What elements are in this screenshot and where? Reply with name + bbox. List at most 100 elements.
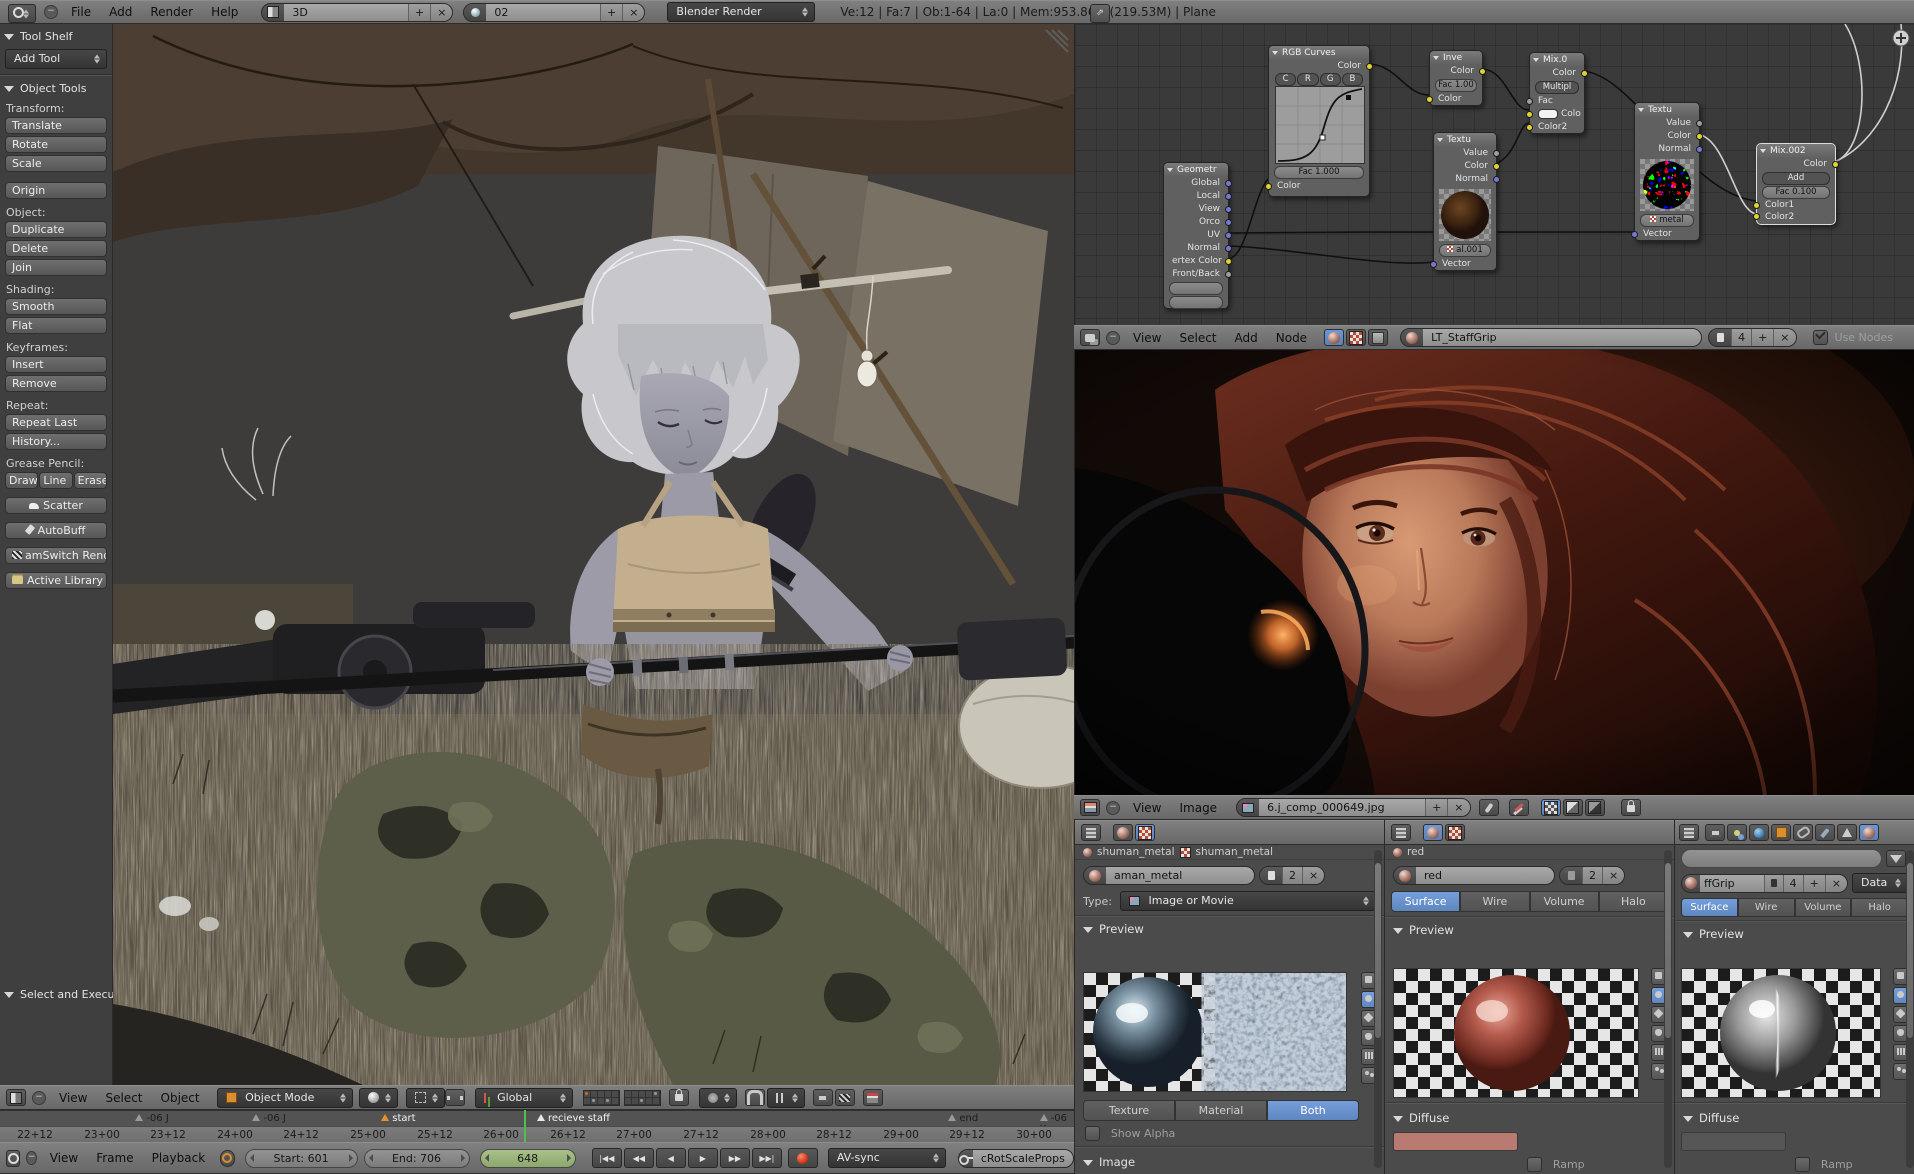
duplicate-button[interactable]: Duplicate xyxy=(5,221,107,238)
render-engine-select[interactable]: Blender Render xyxy=(667,2,815,22)
editor-type-properties-icon[interactable] xyxy=(1391,824,1411,841)
socket-vector[interactable] xyxy=(1493,176,1500,183)
object-data-tab-icon[interactable] xyxy=(1837,824,1857,841)
select-menu[interactable]: Select xyxy=(1170,331,1225,345)
socket-vector[interactable] xyxy=(1225,206,1232,213)
scene-tab-icon[interactable] xyxy=(1727,824,1747,841)
texture-datablock-group[interactable]: aman_metal xyxy=(1083,866,1255,885)
screen-delete-button[interactable]: × xyxy=(430,4,452,21)
editor-type-properties-icon[interactable] xyxy=(1679,824,1699,841)
node-title[interactable]: Mix.002 xyxy=(1757,144,1835,158)
pin-icon[interactable] xyxy=(1479,799,1499,816)
diffuse-color-swatch[interactable] xyxy=(1393,1132,1518,1151)
join-button[interactable]: Join xyxy=(5,259,107,276)
origin-button[interactable]: Origin xyxy=(5,182,107,199)
scene-add-button[interactable]: + xyxy=(600,4,622,21)
marker[interactable]: -06 J xyxy=(135,1113,168,1124)
select-menu[interactable]: Select xyxy=(96,1091,151,1105)
image-datablock-group[interactable]: 6.j_comp_000649.jpg + × xyxy=(1236,798,1470,817)
socket-vector[interactable] xyxy=(1225,232,1232,239)
add-material-button[interactable]: + xyxy=(1751,329,1773,346)
pivot-dropdown[interactable] xyxy=(406,1088,445,1108)
texture-datablock[interactable]: metal xyxy=(1640,214,1694,227)
jump-to-start-button[interactable]: |◀◀ xyxy=(592,1148,622,1168)
layers-grid-2[interactable] xyxy=(624,1090,661,1106)
jump-to-end-button[interactable]: ▶▶| xyxy=(752,1148,782,1168)
mode-dropdown[interactable]: Object Mode xyxy=(217,1088,353,1108)
socket-value[interactable] xyxy=(1526,98,1533,105)
editor-type-node-icon[interactable] xyxy=(1080,329,1100,346)
marker[interactable]: -06 K xyxy=(1040,1113,1074,1127)
channel-c-button[interactable]: C xyxy=(1275,73,1296,86)
socket-color[interactable] xyxy=(1225,258,1232,265)
socket-color[interactable] xyxy=(1753,213,1760,220)
marker[interactable]: -06 J xyxy=(252,1113,285,1124)
paint-mode-icon[interactable] xyxy=(1509,799,1529,816)
material-users-group[interactable]: 2 × xyxy=(1559,866,1625,885)
preview-panel-header[interactable]: Preview xyxy=(1675,922,1914,944)
color-swatch[interactable] xyxy=(1538,109,1558,119)
users-group[interactable]: 4 + × xyxy=(1708,328,1796,347)
screen-layout-name[interactable]: 3D xyxy=(284,4,408,21)
scale-button[interactable]: Scale xyxy=(5,155,107,172)
view-menu[interactable]: View xyxy=(1124,801,1170,815)
sequencer-strip-icon[interactable] xyxy=(863,1089,883,1106)
unlink-material-button[interactable]: × xyxy=(1773,329,1795,346)
node-title[interactable]: Inve xyxy=(1430,51,1482,65)
material-tab-icon[interactable] xyxy=(1113,824,1133,841)
scrollbar[interactable] xyxy=(1906,850,1914,1168)
socket-color[interactable] xyxy=(1265,183,1272,190)
material-name-field[interactable]: LT_StaffGrip xyxy=(1423,329,1701,346)
fake-user-icon[interactable] xyxy=(1764,875,1783,892)
menu-help[interactable]: Help xyxy=(202,5,247,19)
view-menu[interactable]: View xyxy=(50,1091,96,1105)
volume-tab[interactable]: Volume xyxy=(1795,898,1852,917)
preview-panel-header[interactable]: Preview xyxy=(1075,917,1384,939)
av-sync-dropdown[interactable]: AV-sync xyxy=(828,1148,946,1168)
link-data-dropdown[interactable]: Data xyxy=(1852,873,1908,893)
autobuff-button[interactable]: AutoBuff xyxy=(5,522,107,539)
node-invert[interactable]: Inve Color Fac 1.00 Color xyxy=(1429,50,1483,106)
world-tab-icon[interactable] xyxy=(1749,824,1769,841)
material-tab-icon[interactable] xyxy=(1423,824,1443,841)
user-count[interactable]: 4 xyxy=(1731,329,1751,346)
view-menu[interactable]: View xyxy=(1124,331,1170,345)
lock-to-scene-icon[interactable] xyxy=(669,1089,689,1106)
socket-vector[interactable] xyxy=(1225,219,1232,226)
prev-keyframe-button[interactable]: ◀◀ xyxy=(624,1148,654,1168)
socket-color[interactable] xyxy=(1832,161,1839,168)
draw-channels-color-alpha-icon[interactable] xyxy=(1541,799,1561,816)
material-name-field[interactable]: ffGrip xyxy=(1700,875,1764,892)
render-animation-icon[interactable] xyxy=(835,1089,855,1106)
socket-color[interactable] xyxy=(1493,163,1500,170)
ramp-checkbox[interactable] xyxy=(1795,1157,1810,1172)
material-slot-field[interactable] xyxy=(1681,849,1882,868)
socket-color[interactable] xyxy=(1366,63,1373,70)
material-datablock-group[interactable]: ffGrip 4 + × xyxy=(1681,874,1848,893)
collapse-icon[interactable]: − xyxy=(44,5,58,19)
gp-line-button[interactable]: Line xyxy=(39,472,72,489)
collapse-icon[interactable]: − xyxy=(1106,331,1120,345)
socket-value[interactable] xyxy=(1493,150,1500,157)
preview-material-tab[interactable]: Material xyxy=(1175,1100,1267,1121)
texture-users-group[interactable]: 2 × xyxy=(1259,866,1325,885)
snap-element-dropdown[interactable] xyxy=(767,1088,805,1108)
socket-color[interactable] xyxy=(1479,68,1486,75)
smooth-button[interactable]: Smooth xyxy=(5,298,107,315)
translate-button[interactable]: Translate xyxy=(5,117,107,134)
diffuse-panel-header[interactable]: Diffuse xyxy=(1675,1106,1747,1128)
modifiers-tab-icon[interactable] xyxy=(1815,824,1835,841)
object-tools-panel-header[interactable]: Object Tools xyxy=(4,82,108,95)
unlink-image-button[interactable]: × xyxy=(1447,799,1469,816)
surface-tab[interactable]: Surface xyxy=(1681,898,1738,917)
node-mix002[interactable]: Mix.002 Color Add Fac 0.100 Color1 Color… xyxy=(1756,143,1836,225)
socket-color[interactable] xyxy=(1696,133,1703,140)
socket-value[interactable] xyxy=(1225,271,1232,278)
active-library-button[interactable]: Active Library xyxy=(5,572,107,589)
use-nodes-checkbox[interactable] xyxy=(1813,330,1828,345)
draw-channels-color-icon[interactable] xyxy=(1563,799,1583,816)
flat-button[interactable]: Flat xyxy=(5,317,107,334)
socket-vector[interactable] xyxy=(1631,231,1638,238)
node-texture-al001[interactable]: Textu Value Color Normal al.001 Vector xyxy=(1433,132,1497,271)
collapse-icon[interactable]: − xyxy=(1106,801,1120,815)
